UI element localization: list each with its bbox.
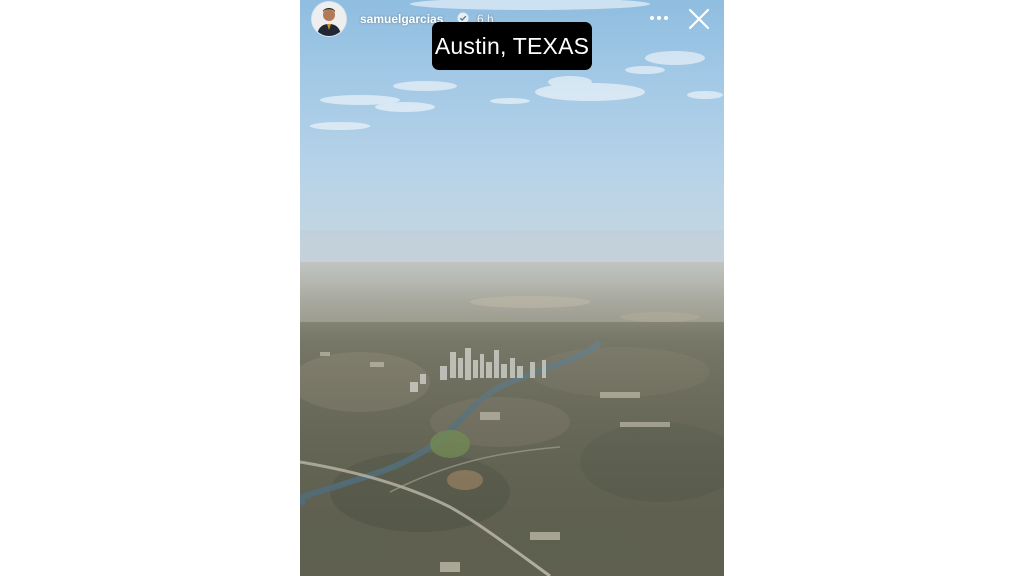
profile-avatar-icon [312,2,346,36]
aerial-city-photo [300,262,724,576]
user-avatar[interactable] [312,2,346,36]
story-username[interactable]: samuelgarcias [360,12,443,26]
story-viewer: samuelgarcias 6 h Austin, TEXAS [300,0,724,576]
location-sticker[interactable]: Austin, TEXAS [432,22,592,70]
close-icon[interactable] [686,6,712,32]
more-options-icon[interactable] [646,8,672,28]
